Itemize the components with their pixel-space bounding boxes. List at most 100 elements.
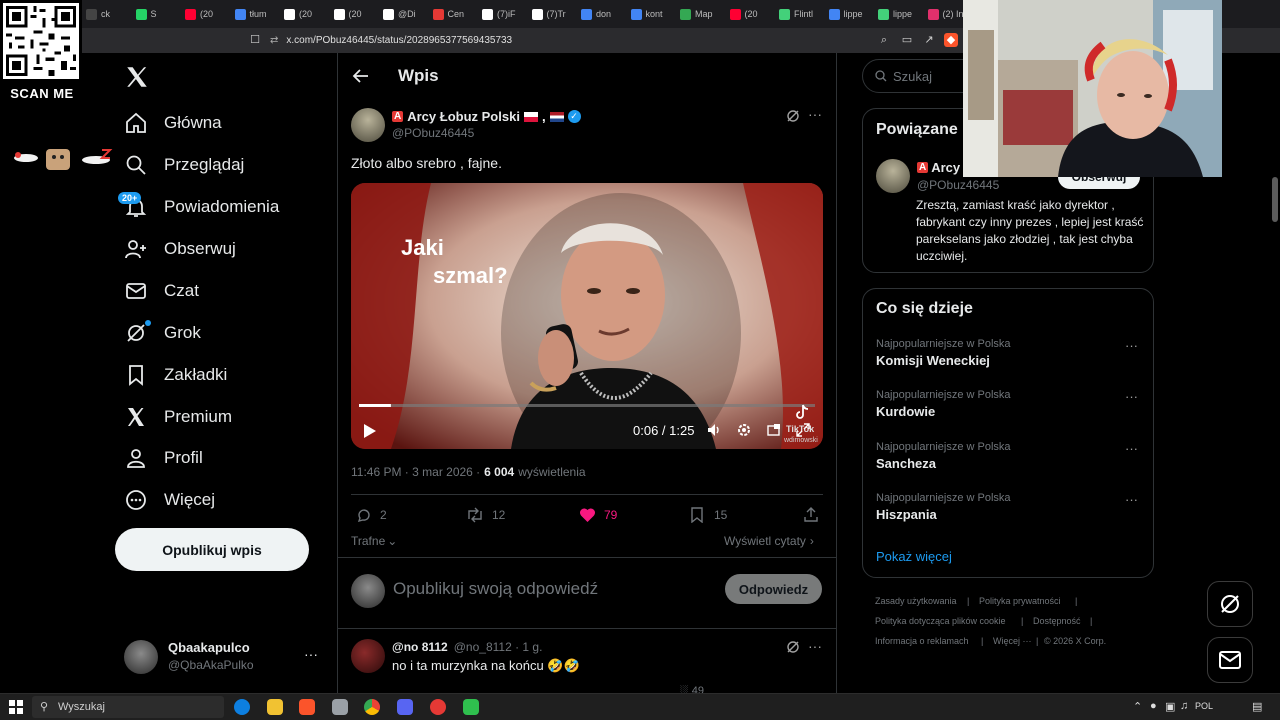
tray-chevron-up-icon[interactable]: ⌃ [1133,700,1142,713]
browser-tab[interactable]: (20 [284,4,331,24]
video-progress-track[interactable] [359,404,815,407]
browser-tab[interactable]: ck [86,4,133,24]
sidebar-item-premium[interactable]: Premium [124,399,232,435]
discord-icon[interactable] [397,699,413,715]
network-icon[interactable]: ▣ [1165,700,1175,713]
sort-dropdown[interactable]: Trafne ⌄ [351,534,397,548]
browser-tab[interactable]: lippe [878,4,925,24]
more-dots-icon[interactable]: ··· [808,638,822,654]
browser-tab[interactable]: kont [630,4,678,24]
zoom-icon[interactable]: ⌕ [877,33,891,47]
url-field[interactable]: ⇄ x.com/PObuz46445/status/20289653775694… [270,31,970,50]
sidebar-item-główna[interactable]: Główna [124,105,222,141]
volume-icon[interactable] [706,422,722,443]
trend-item[interactable]: Najpopularniejsze w Polska Komisji Weneck… [876,338,1144,368]
reply-button[interactable]: Odpowiedz [725,574,822,604]
browser-tab[interactable]: (20 [185,4,232,24]
grok-explain-icon[interactable] [786,109,800,128]
app-icon[interactable] [332,699,348,715]
cast-icon[interactable]: ▭ [900,33,914,47]
sidebar-item-czat[interactable]: Czat [124,273,199,309]
browser-tab[interactable]: (20 [729,4,777,24]
grok-explain-icon[interactable] [786,640,800,659]
reply-action[interactable]: 2 [356,507,387,523]
post-button[interactable]: Opublikuj wpis [115,528,309,571]
reply-input[interactable]: Opublikuj swoją odpowiedź [393,579,713,601]
taskbar-search[interactable]: ⚲ Wyszukaj [32,696,224,718]
trend-item[interactable]: Najpopularniejsze w Polska Hiszpania ··· [876,492,1144,522]
browser-tab[interactable]: (20 [333,4,381,24]
repost-action[interactable]: 12 [466,507,505,523]
sidebar-item-zakładki[interactable]: Zakładki [124,357,227,393]
file-explorer-icon[interactable] [267,699,283,715]
reply-author-name[interactable]: @no 8112 [392,640,448,654]
more-dots-icon[interactable]: ··· [1125,389,1138,404]
site-settings-icon[interactable]: ⇄ [270,35,278,46]
more-dots-icon[interactable]: ··· [808,106,822,122]
sidebar-item-przeglądaj[interactable]: Przeglądaj [124,147,244,183]
browser-tab[interactable]: Map [680,4,727,24]
like-action[interactable]: 79 [579,507,617,523]
obs-icon[interactable] [430,699,446,715]
more-dots-icon[interactable]: ··· [1125,441,1138,456]
chrome-icon[interactable] [364,699,380,715]
sidebar-item-więcej[interactable]: Więcej [124,482,215,518]
footer-link[interactable]: Polityka dotycząca plików cookie [875,616,1006,626]
browser-tab[interactable]: @Di [383,4,430,24]
sidebar-item-obserwuj[interactable]: Obserwuj [124,231,236,267]
view-quotes-link[interactable]: Wyświetl cytaty › [724,534,814,548]
microphone-icon[interactable]: ● [1150,700,1157,712]
author-name-row[interactable]: A Arcy Łobuz Polski , ✓ [392,109,581,124]
streaming-app-icon[interactable] [463,699,479,715]
sidebar-item-profil[interactable]: Profil [124,440,203,476]
reply-avatar[interactable] [351,639,385,673]
settings-gear-icon[interactable] [736,422,752,443]
footer-link[interactable]: Polityka prywatności [979,596,1061,606]
footer-link[interactable]: Informacja o reklamach [875,636,969,646]
browser-tab[interactable]: Flintl [779,4,826,24]
brave-icon[interactable] [299,699,315,715]
sidebar-item-powiadomienia[interactable]: Powiadomienia [124,189,279,225]
video-player[interactable]: Jaki szmal? [351,183,823,449]
scrollbar[interactable] [1272,177,1278,222]
play-icon[interactable] [363,423,377,444]
more-dots-icon[interactable]: ··· [304,646,318,662]
bookmark-page-icon[interactable]: ☐ [248,33,262,47]
share-icon[interactable] [803,507,819,528]
trend-item[interactable]: Najpopularniejsze w Polska Kurdowie ··· [876,389,1144,419]
browser-tab[interactable]: (7)Tr [531,4,579,24]
messages-fab[interactable] [1207,637,1253,683]
x-logo-icon[interactable] [124,64,150,90]
browser-tab[interactable]: tłum [234,4,282,24]
post-timestamp[interactable]: 11:46 PM · 3 mar 2026 · [351,465,480,479]
grok-fab[interactable] [1207,581,1253,627]
brave-shield-icon[interactable]: ◆ [944,33,958,47]
more-dots-icon[interactable]: ··· [1125,338,1138,353]
browser-tab[interactable]: Cen [432,4,480,24]
bookmark-action[interactable]: 15 [690,507,727,523]
language-indicator[interactable]: POL [1195,701,1213,711]
tab-favicon-icon [333,8,345,20]
footer-link[interactable]: Dostępność [1033,616,1081,626]
picture-in-picture-icon[interactable] [766,422,782,443]
windows-start-icon[interactable] [9,700,23,719]
edge-icon[interactable] [234,699,250,715]
more-dots-icon[interactable]: ··· [1125,492,1138,507]
browser-tab[interactable]: lippe [828,4,876,24]
volume-tray-icon[interactable]: ♫ [1180,700,1188,712]
footer-link[interactable]: Więcej ··· [993,636,1032,646]
footer-link[interactable]: Zasady użytkowania [875,596,957,606]
browser-tab[interactable]: (7)iF [482,4,529,24]
browser-tab[interactable]: don [581,4,628,24]
trend-item[interactable]: Najpopularniejsze w Polska Sancheza ··· [876,441,1144,471]
fullscreen-icon[interactable] [795,422,811,443]
share-icon[interactable]: ↗ [922,33,936,47]
related-avatar[interactable] [876,159,910,193]
sidebar-item-grok[interactable]: Grok [124,315,201,351]
back-arrow-icon[interactable] [352,66,370,86]
browser-tab[interactable]: S [135,4,183,24]
account-switcher[interactable]: Qbaakapulco @QbaAkaPulko ··· [124,636,324,678]
author-avatar[interactable] [351,108,385,142]
show-more-link[interactable]: Pokaż więcej [876,549,952,564]
notification-center-icon[interactable]: ▤ [1252,700,1262,713]
